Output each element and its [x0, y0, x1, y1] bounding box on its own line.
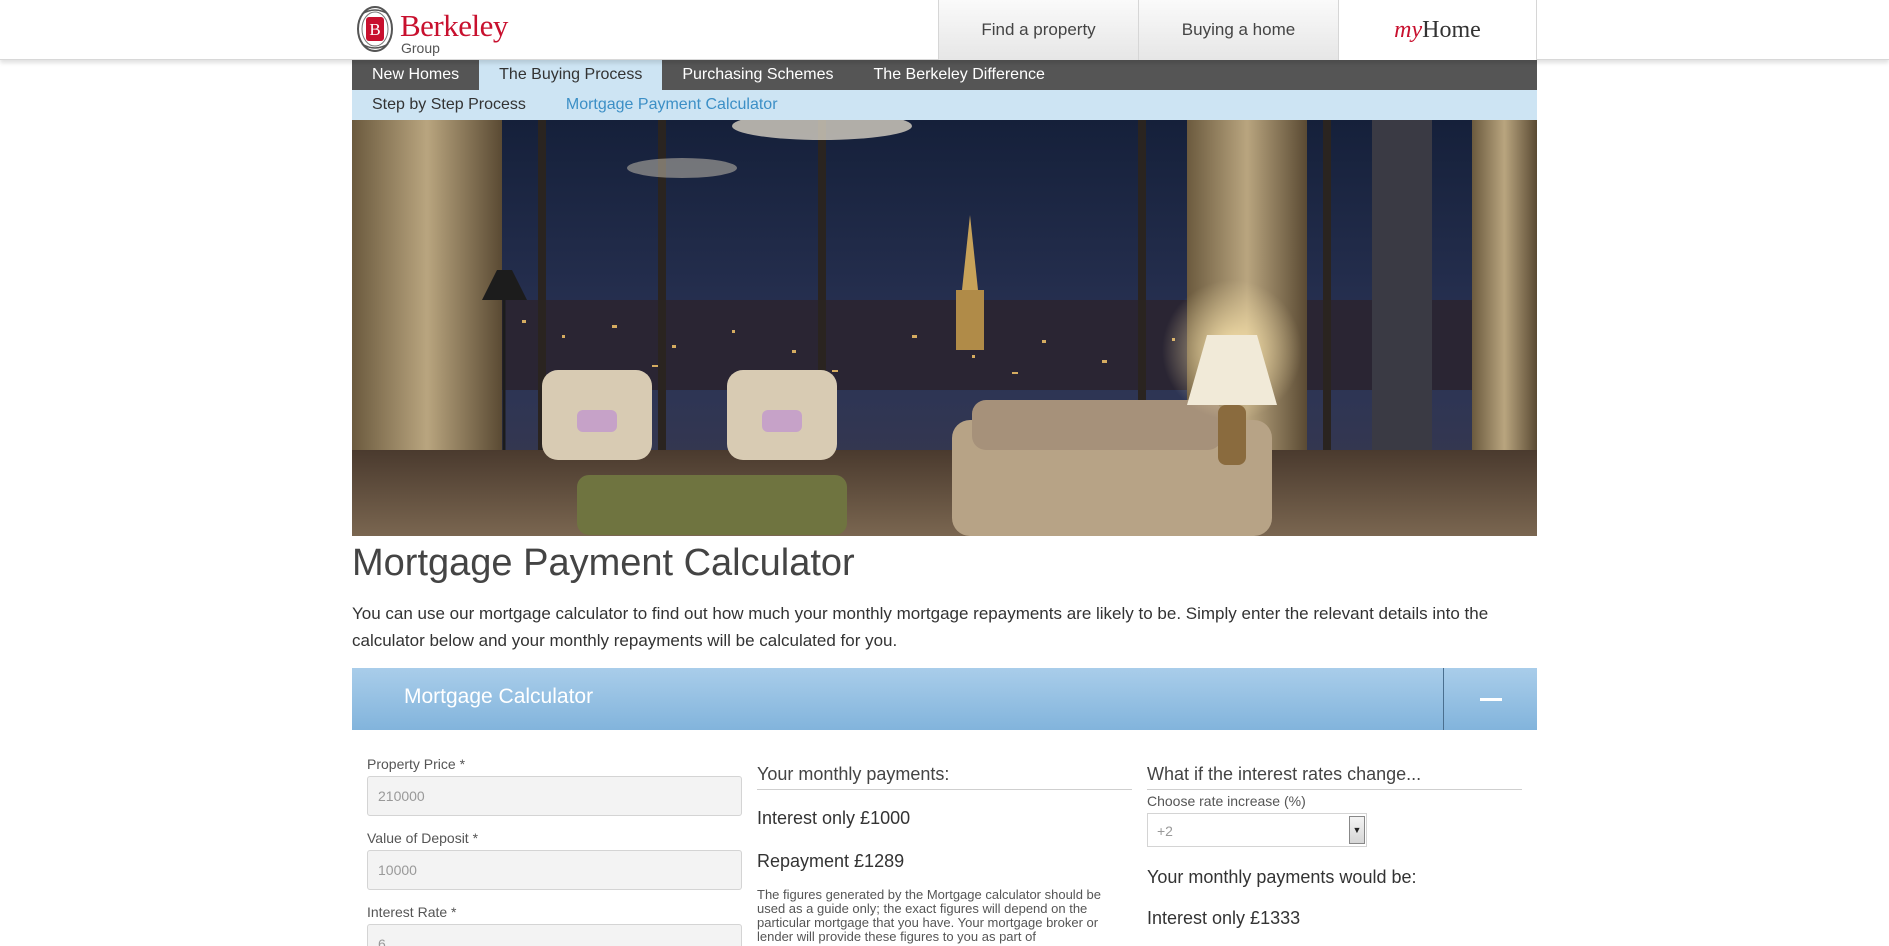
new-interest-only-result: Interest only £1333 — [1147, 908, 1301, 928]
collapse-toggle-button[interactable] — [1444, 668, 1537, 730]
subnav-mortgage-calculator[interactable]: Mortgage Payment Calculator — [546, 90, 798, 120]
subnav-step-by-step[interactable]: Step by Step Process — [352, 90, 546, 120]
nav-new-homes[interactable]: New Homes — [352, 60, 479, 90]
nav-purchasing-schemes[interactable]: Purchasing Schemes — [662, 60, 853, 90]
berkeley-logo[interactable]: B Berkeley Group — [356, 4, 516, 56]
sub-nav: Step by Step Process Mortgage Payment Ca… — [352, 90, 1537, 120]
brand-name: Berkeley — [400, 8, 508, 43]
minus-icon — [1479, 697, 1502, 701]
interest-only-result: Interest only £1000 — [757, 808, 911, 828]
nav-berkeley-difference[interactable]: The Berkeley Difference — [854, 60, 1065, 90]
nav-buying-process[interactable]: The Buying Process — [479, 60, 663, 90]
would-be-heading: Your monthly payments would be: — [1147, 867, 1417, 887]
rate-increase-select[interactable]: +2 ▼ — [1147, 813, 1367, 847]
main-nav: New Homes The Buying Process Purchasing … — [352, 60, 1537, 90]
myhome-link[interactable]: my Home — [1338, 0, 1537, 60]
rate-change-panel: What if the interest rates change... Cho… — [1147, 764, 1522, 929]
calculator-header: Mortgage Calculator — [352, 668, 1537, 730]
dropdown-arrow-icon[interactable]: ▼ — [1349, 816, 1365, 844]
rate-increase-value: +2 — [1157, 823, 1173, 839]
berkeley-crest-icon: B — [357, 6, 393, 52]
site-header: B Berkeley Group Find a property Buying … — [0, 0, 1889, 60]
buying-home-link[interactable]: Buying a home — [1138, 0, 1338, 60]
property-price-label: Property Price * — [367, 756, 466, 772]
top-nav: Find a property Buying a home my Home — [938, 0, 1537, 60]
repayment-result: Repayment £1289 — [757, 851, 905, 871]
monthly-payments-heading: Your monthly payments: — [757, 764, 1132, 790]
page-title: Mortgage Payment Calculator — [352, 542, 855, 584]
living-room-illustration — [352, 120, 1537, 536]
calculator-inputs: Property Price * Value of Deposit * Inte… — [367, 756, 742, 946]
calculator-title: Mortgage Calculator — [404, 685, 594, 708]
deposit-input[interactable] — [367, 850, 742, 890]
rate-change-heading: What if the interest rates change... — [1147, 764, 1522, 790]
svg-text:B: B — [369, 20, 380, 39]
interest-rate-label: Interest Rate * — [367, 904, 457, 920]
interest-rate-input[interactable] — [367, 924, 742, 946]
find-property-link[interactable]: Find a property — [938, 0, 1138, 60]
property-price-input[interactable] — [367, 776, 742, 816]
monthly-payments-panel: Your monthly payments: Interest only £10… — [757, 764, 1132, 944]
intro-text: You can use our mortgage calculator to f… — [352, 604, 1489, 650]
deposit-label: Value of Deposit * — [367, 830, 479, 846]
brand-sub: Group — [401, 40, 440, 56]
disclaimer-text: The figures generated by the Mortgage ca… — [757, 887, 1101, 944]
myhome-my: my — [1394, 16, 1423, 43]
rate-increase-label: Choose rate increase (%) — [1147, 793, 1306, 809]
hero-image — [352, 120, 1537, 536]
myhome-home: Home — [1422, 16, 1481, 43]
